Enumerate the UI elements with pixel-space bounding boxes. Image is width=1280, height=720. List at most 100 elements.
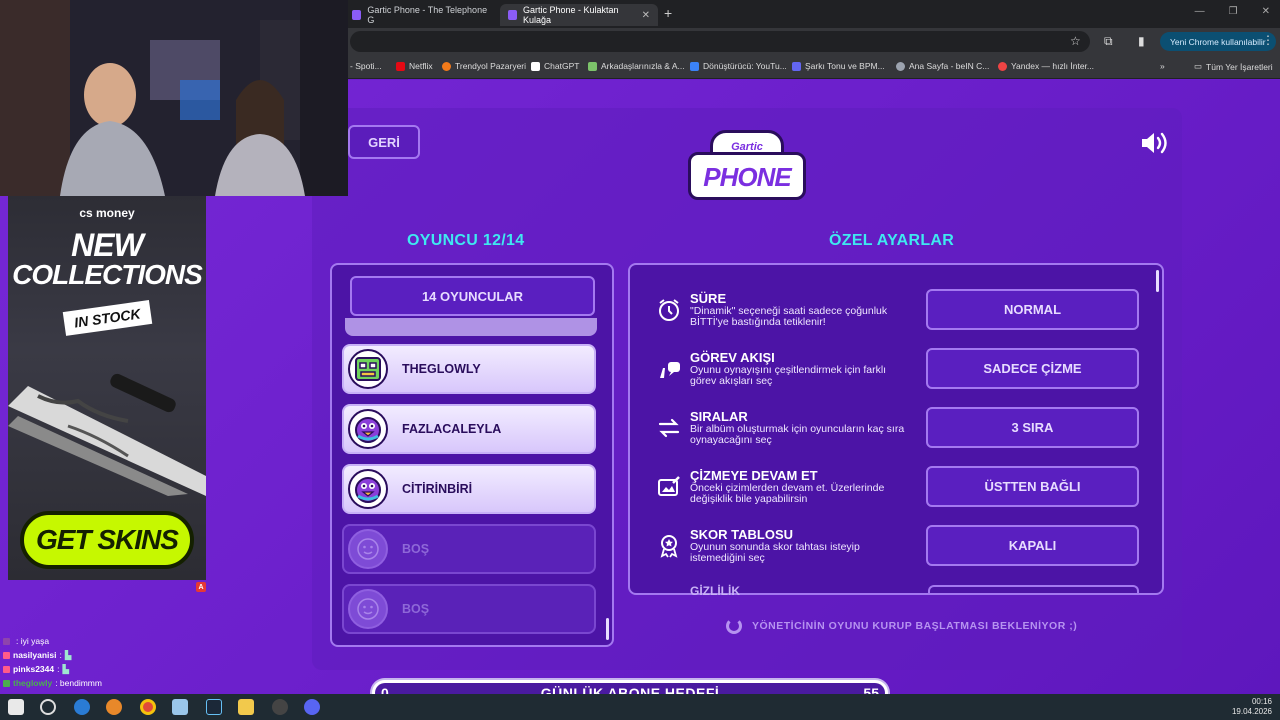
chrome-icon[interactable] <box>140 699 156 715</box>
system-clock[interactable]: 00:16 19.04.2026 <box>1232 697 1272 717</box>
bookmark-tone-bpm[interactable]: Şarkı Tonu ve BPM... <box>792 61 885 71</box>
new-tab-button[interactable]: + <box>664 5 672 21</box>
address-input[interactable] <box>350 31 1090 52</box>
empty-avatar-icon <box>348 589 388 629</box>
folder-icon: ▭ <box>1194 61 1203 71</box>
gartic-icon <box>588 61 597 71</box>
ad-headline-line: COLLECTIONS <box>12 259 203 290</box>
player-name: FAZLACALEYLA <box>402 422 502 436</box>
settings-scrollbar[interactable] <box>1156 270 1159 292</box>
discord-icon[interactable] <box>304 699 320 715</box>
players-scrollbar[interactable] <box>606 618 609 640</box>
bookmark-converter[interactable]: Dönüştürücü: YouTu... <box>690 61 787 71</box>
bookmark-yandex[interactable]: Yandex — hızlı İnter... <box>998 61 1094 71</box>
scoreboard-select-button[interactable]: KAPALI <box>926 525 1139 566</box>
tab-gartic-phone-tr[interactable]: Gartic Phone - Kulaktan Kulağa ✕ <box>500 4 658 26</box>
empty-player-slot: BOŞ <box>342 584 596 634</box>
chat-username: nasilyanisi <box>13 650 57 660</box>
emote-icon: ▙ <box>64 650 72 660</box>
browser-menu-icon[interactable]: ⋮ <box>1262 33 1274 47</box>
app-icon[interactable] <box>106 699 122 715</box>
tab-gartic-phone-en[interactable]: Gartic Phone - The Telephone G <box>344 4 496 26</box>
close-tab-icon[interactable]: ✕ <box>642 10 650 21</box>
task-flow-select-button[interactable]: SADECE ÇİZME <box>926 348 1139 389</box>
star-bookmark-icon[interactable]: ☆ <box>1070 34 1081 48</box>
edit-drawing-icon <box>654 472 684 502</box>
bookmark-label: ChatGPT <box>544 61 580 71</box>
swap-arrows-icon <box>654 413 684 443</box>
bookmark-label: Tüm Yer İşaretleri <box>1206 61 1273 72</box>
setting-description: Oyunu oynayışını çeşitlendirmek için far… <box>690 364 887 387</box>
chrome-update-button[interactable]: Yeni Chrome kullanılabilir <box>1160 32 1276 51</box>
chat-username: theglowly <box>13 678 53 688</box>
setting-title: ÇİZMEYE DEVAM ET <box>690 468 818 483</box>
chat-text: : <box>57 664 60 674</box>
empty-slot-label: BOŞ <box>402 542 430 556</box>
chat-text: : iyi yaşa <box>16 636 50 646</box>
player-card: THEGLOWLY <box>342 344 596 394</box>
chat-message: nasilyanisi: ▙ <box>3 648 223 662</box>
app-icon[interactable] <box>172 699 188 715</box>
chat-message: theglowly: bendimmm <box>3 676 223 690</box>
windows-taskbar: 00:16 19.04.2026 <box>0 694 1280 720</box>
setting-row-task-flow: GÖREV AKIŞI Oyunu oynayışını çeşitlendir… <box>654 348 1144 398</box>
robot-avatar-icon <box>355 357 381 381</box>
gartic-favicon-icon <box>352 10 362 20</box>
back-button[interactable]: GERİ <box>348 125 420 159</box>
bookmark-label: Trendyol Pazaryeri <box>455 61 527 71</box>
more-bookmarks-icon[interactable]: » <box>1160 61 1165 71</box>
minimize-window-icon[interactable]: — <box>1195 6 1205 17</box>
restore-window-icon[interactable]: ❐ <box>1229 6 1238 17</box>
start-icon[interactable] <box>8 699 24 715</box>
setting-description: "Dinamik" seçeneği saati sadece çoğunluk… <box>690 305 888 328</box>
folder-icon[interactable] <box>238 699 254 715</box>
bookmark-gartic[interactable]: Arkadaşlarınızla & A... <box>588 61 685 71</box>
trash-icon[interactable]: ▮ <box>1138 34 1145 48</box>
yandex-icon <box>998 61 1007 71</box>
sub-badge-icon <box>3 679 10 687</box>
chat-text: : bendimmm <box>55 678 102 688</box>
get-skins-button[interactable]: GET SKINS <box>20 511 194 569</box>
continue-drawing-select-button[interactable]: ÜSTTEN BAĞLI <box>926 466 1139 507</box>
gartic-favicon-icon <box>508 10 517 20</box>
players-title: OYUNCU 12/14 <box>407 232 525 249</box>
player-avatar <box>348 409 388 449</box>
ad-brand: cs money <box>79 206 135 220</box>
empty-avatar-icon <box>348 529 388 569</box>
tone-bpm-icon <box>792 61 801 71</box>
bird-avatar-icon <box>355 417 381 443</box>
edge-icon[interactable] <box>74 699 90 715</box>
empty-player-slot: BOŞ <box>342 524 596 574</box>
globe-icon <box>896 61 905 71</box>
bookmark-bein[interactable]: Ana Sayfa - beIN C... <box>896 61 989 71</box>
bookmark-label: Ana Sayfa - beIN C... <box>909 61 990 71</box>
sub-badge-icon <box>3 651 10 659</box>
setting-description: Oyunun sonunda skor tahtası isteyip iste… <box>690 541 860 564</box>
close-window-icon[interactable]: ✕ <box>1262 6 1270 17</box>
player-card-partial <box>345 318 597 336</box>
gartic-phone-logo: Gartic PHONE <box>688 130 806 202</box>
bookmark-label: - Spoti... <box>350 61 382 71</box>
all-bookmarks-folder[interactable]: ▭ Tüm Yer İşaretleri <box>1194 61 1273 72</box>
setting-row-turns: SIRALAR Bir albüm oluşturmak için oyuncu… <box>654 407 1144 457</box>
privacy-select-button[interactable] <box>928 585 1139 593</box>
setting-title-privacy: GİZLİLİK <box>690 584 740 598</box>
player-count-button[interactable]: 14 OYUNCULAR <box>350 276 595 316</box>
cs-money-ad[interactable]: cs money NEW COLLECTIONS IN STOCK GET SK… <box>8 196 206 580</box>
bookmark-spotify[interactable]: - Spoti... <box>350 61 382 71</box>
bookmark-chatgpt[interactable]: ChatGPT <box>531 61 579 71</box>
steam-icon[interactable] <box>206 699 222 715</box>
bookmark-label: Arkadaşlarınızla & A... <box>601 61 685 71</box>
bookmark-netflix[interactable]: Netflix <box>396 61 433 71</box>
bookmark-trendyol[interactable]: Trendyol Pazaryeri <box>442 61 526 71</box>
obs-icon[interactable] <box>272 699 288 715</box>
time-select-button[interactable]: NORMAL <box>926 289 1139 330</box>
turns-select-button[interactable]: 3 SIRA <box>926 407 1139 448</box>
speaker-icon[interactable] <box>1140 132 1168 154</box>
clock-date: 19.04.2026 <box>1231 707 1272 716</box>
setting-row-time: SÜRE "Dinamik" seçeneği saati sadece çoğ… <box>654 289 1144 339</box>
search-icon[interactable] <box>40 699 56 715</box>
waiting-text: YÖNETİCİNİN OYUNU KURUP BAŞLATMASI BEKLE… <box>752 620 1078 632</box>
settings-title: ÖZEL AYARLAR <box>829 232 955 249</box>
extensions-icon[interactable]: ⧉ <box>1104 34 1113 49</box>
